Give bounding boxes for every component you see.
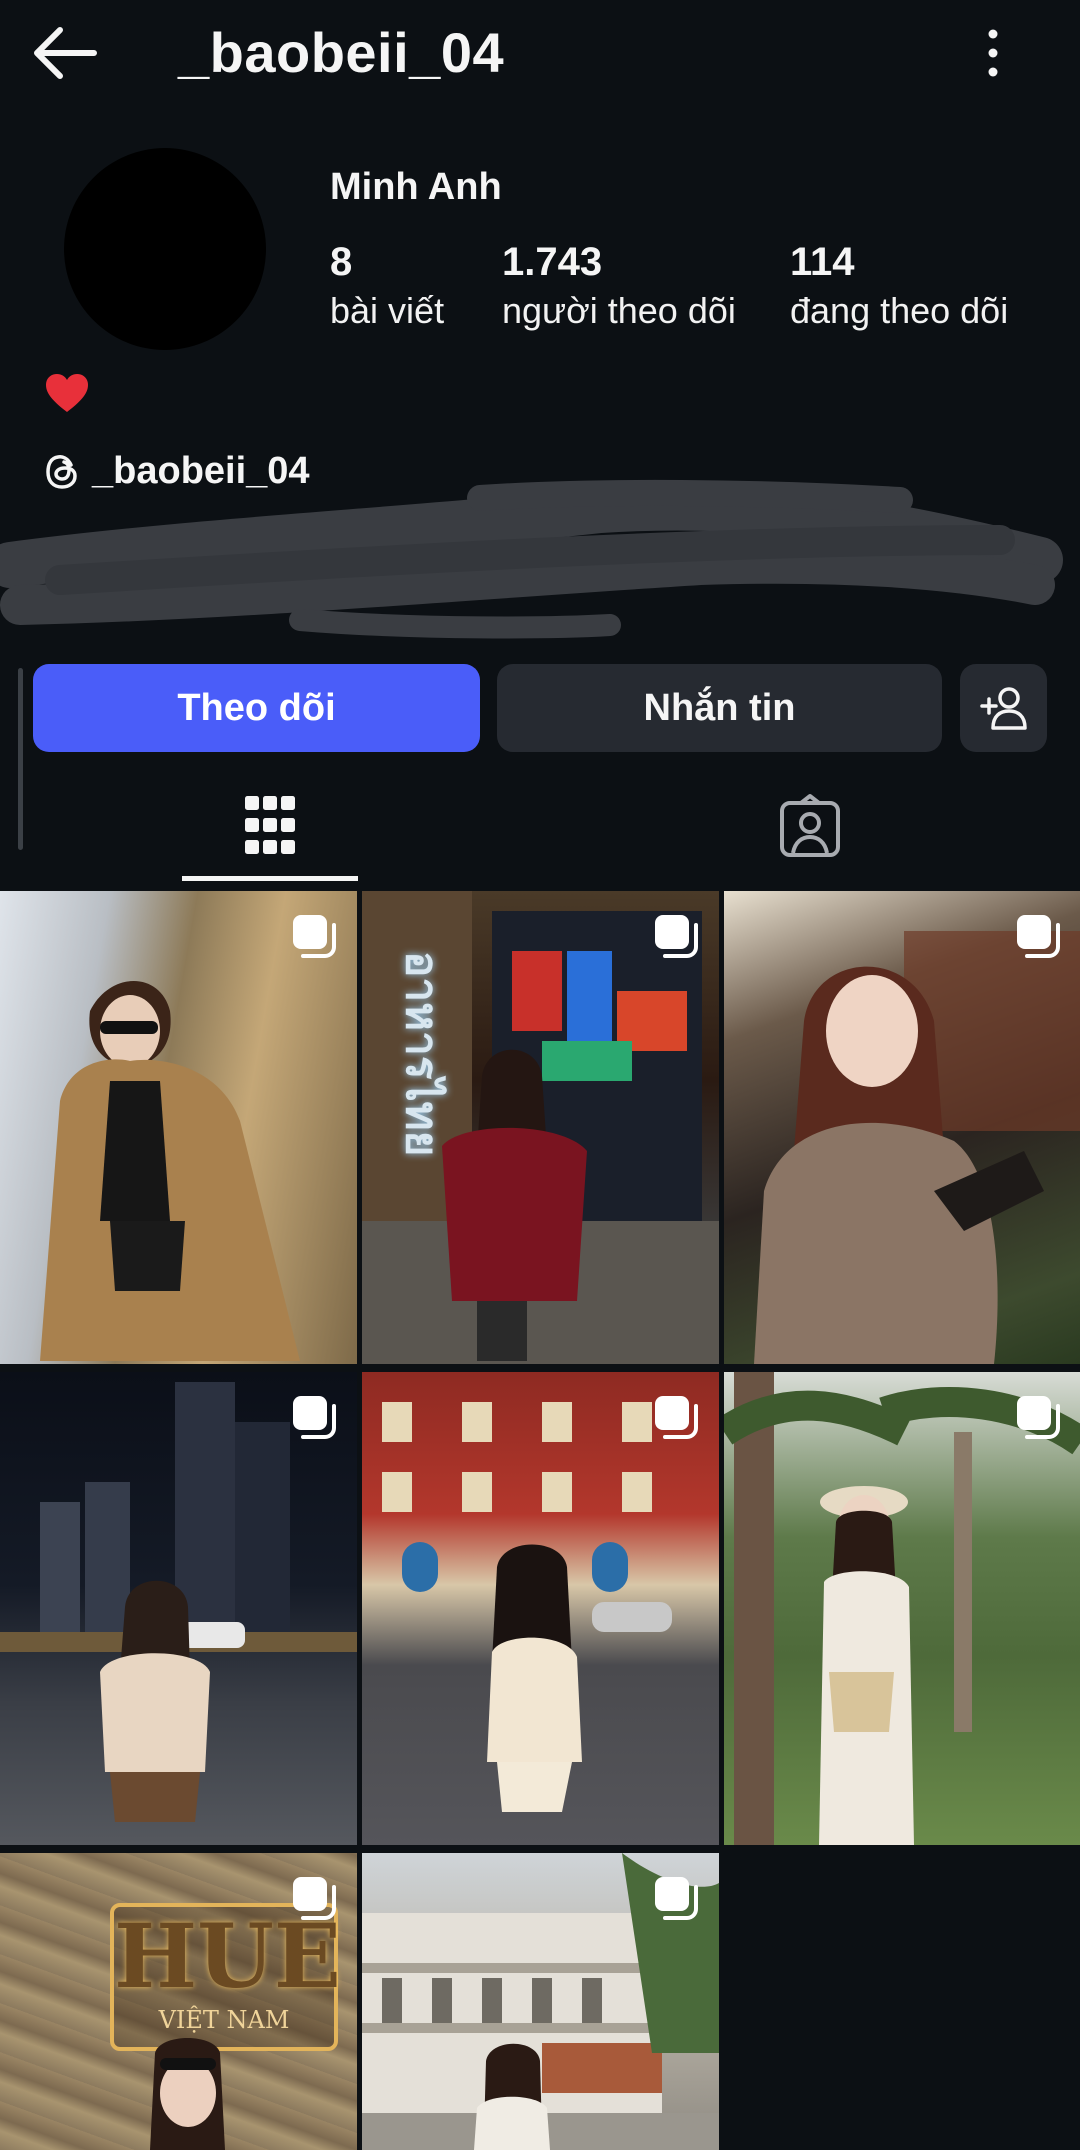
post-thumbnail[interactable] bbox=[724, 891, 1080, 1364]
heart-icon bbox=[46, 374, 88, 412]
post-thumbnail[interactable]: HUE VIỆT NAM bbox=[0, 1853, 357, 2150]
post-thumbnail[interactable] bbox=[0, 891, 357, 1364]
post-thumbnail[interactable] bbox=[362, 1853, 719, 2150]
grid-icon bbox=[245, 796, 295, 854]
multiple-photos-icon bbox=[655, 915, 698, 958]
multiple-photos-icon bbox=[1017, 915, 1060, 958]
more-vertical-icon bbox=[988, 29, 998, 77]
back-button[interactable] bbox=[30, 22, 100, 84]
stat-followers-count: 1.743 bbox=[502, 240, 603, 284]
multiple-photos-icon bbox=[655, 1396, 698, 1439]
suggest-accounts-button[interactable] bbox=[960, 664, 1047, 752]
tab-tagged[interactable] bbox=[720, 770, 900, 880]
multiple-photos-icon bbox=[293, 1877, 336, 1920]
post-thumbnail[interactable]: อาหารไทย bbox=[362, 891, 719, 1364]
post-thumbnail[interactable] bbox=[362, 1372, 719, 1845]
stat-following-count: 114 bbox=[790, 240, 855, 284]
active-tab-indicator bbox=[182, 876, 358, 881]
stat-posts[interactable]: 8 bài viết bbox=[330, 236, 444, 334]
stat-posts-label: bài viết bbox=[330, 290, 445, 331]
post-thumbnail[interactable] bbox=[0, 1372, 357, 1845]
stat-followers-label: người theo dõi bbox=[502, 290, 736, 331]
person-figure bbox=[724, 1372, 1080, 1845]
stat-followers[interactable]: 1.743 người theo dõi bbox=[502, 236, 736, 334]
post-thumbnail[interactable] bbox=[724, 1372, 1080, 1845]
multiple-photos-icon bbox=[293, 915, 336, 958]
person-figure bbox=[754, 931, 1080, 1364]
top-bar: _baobeii_04 bbox=[0, 0, 1080, 110]
restaurant-sign: อาหารไทย bbox=[396, 951, 447, 1157]
stat-posts-count: 8 bbox=[330, 240, 353, 284]
scroll-indicator bbox=[18, 668, 23, 850]
add-person-icon bbox=[979, 687, 1027, 730]
tagged-person-icon bbox=[780, 794, 840, 857]
multiple-photos-icon bbox=[655, 1877, 698, 1920]
city-street-scene bbox=[0, 1382, 357, 1822]
message-button[interactable]: Nhắn tin bbox=[497, 664, 942, 752]
profile-page: _baobeii_04 Minh Anh 8 bài viết 1.743 ng… bbox=[0, 0, 1080, 2150]
multiple-photos-icon bbox=[293, 1396, 336, 1439]
person-figure bbox=[382, 1402, 672, 1812]
follow-button[interactable]: Theo dõi bbox=[33, 664, 480, 752]
tab-posts-grid[interactable] bbox=[182, 770, 358, 880]
display-name: Minh Anh bbox=[330, 166, 502, 208]
more-options-button[interactable] bbox=[975, 22, 1011, 84]
redacted-bio-scribble bbox=[0, 479, 1063, 639]
profile-username-title: _baobeii_04 bbox=[178, 21, 505, 84]
avatar[interactable] bbox=[64, 148, 266, 350]
person-figure bbox=[40, 981, 300, 1361]
multiple-photos-icon bbox=[1017, 1396, 1060, 1439]
stat-following-label: đang theo dõi bbox=[790, 290, 1009, 331]
stat-following[interactable]: 114 đang theo dõi bbox=[790, 236, 1008, 334]
arrow-left-icon bbox=[34, 27, 97, 79]
bio-heart-emoji bbox=[44, 372, 90, 424]
